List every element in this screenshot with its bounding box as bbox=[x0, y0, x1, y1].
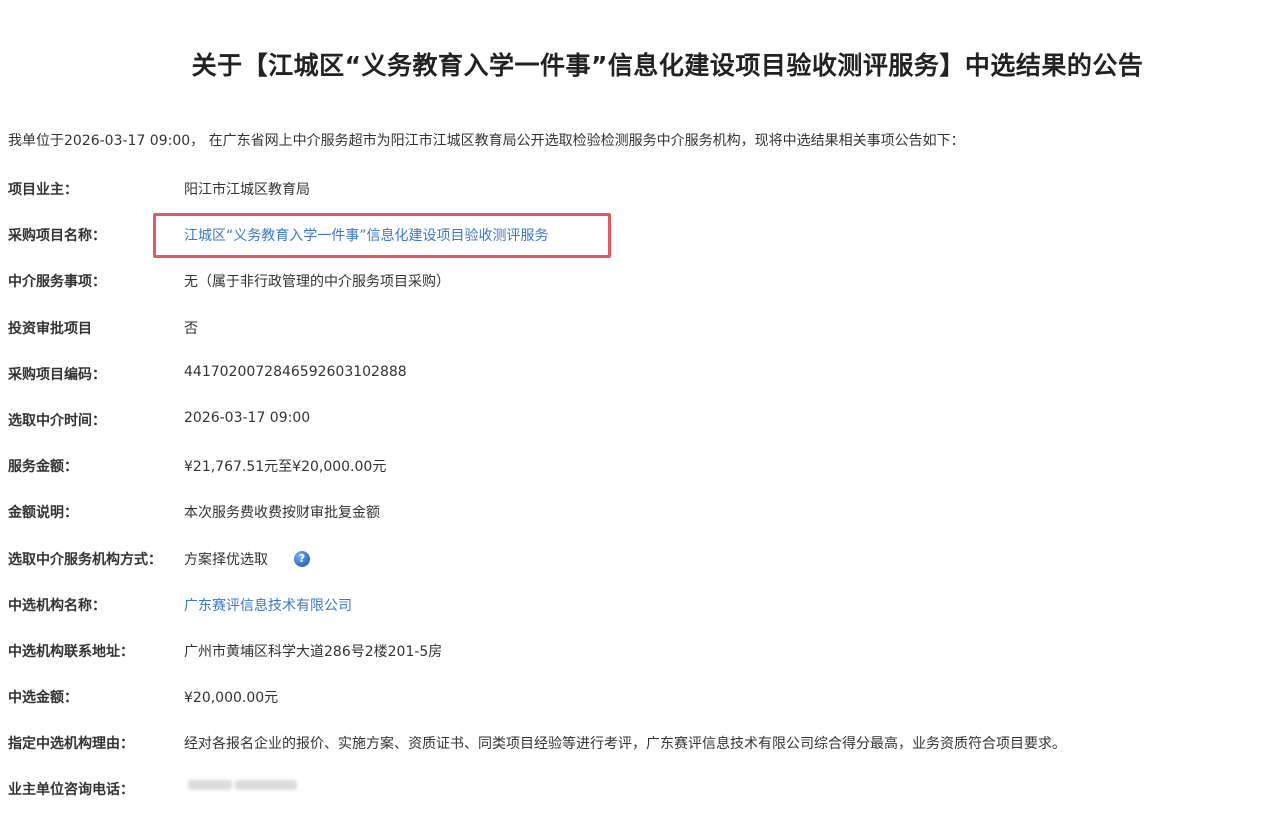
selection-method-cell: 方案择优选取? bbox=[184, 549, 310, 569]
owner-phone-value bbox=[184, 779, 300, 795]
row-investment-approval: 投资审批项目 否 bbox=[0, 305, 1287, 351]
service-item-value: 无（属于非行政管理的中介服务项目采购） bbox=[184, 274, 450, 291]
amount-note-label: 金额说明： bbox=[8, 505, 78, 522]
row-selection-time: 选取中介时间： 2026-03-17 09:00 bbox=[0, 397, 1287, 443]
row-agency-address: 中选机构联系地址： 广州市黄埔区科学大道286号2楼201-5房 bbox=[0, 628, 1287, 674]
row-procurement-code: 采购项目编码： 4417020072846592603102888 bbox=[0, 351, 1287, 397]
row-service-amount: 服务金额： ¥21,767.51元至¥20,000.00元 bbox=[0, 443, 1287, 489]
procurement-name-link[interactable]: 江城区“义务教育入学一件事”信息化建设项目验收测评服务 bbox=[184, 225, 549, 245]
agency-address-label: 中选机构联系地址： bbox=[8, 643, 134, 660]
procurement-code-label: 采购项目编码： bbox=[8, 366, 106, 383]
procurement-name-label: 采购项目名称： bbox=[8, 228, 106, 245]
selected-amount-value: ¥20,000.00元 bbox=[184, 690, 279, 707]
row-amount-note: 金额说明： 本次服务费收费按财审批复金额 bbox=[0, 489, 1287, 535]
row-procurement-name: 采购项目名称： 江城区“义务教育入学一件事”信息化建设项目验收测评服务 bbox=[0, 212, 1287, 258]
selection-method-value: 方案择优选取 bbox=[184, 551, 268, 568]
row-selected-amount: 中选金额： ¥20,000.00元 bbox=[0, 674, 1287, 720]
service-amount-value: ¥21,767.51元至¥20,000.00元 bbox=[184, 459, 387, 476]
row-selection-method: 选取中介服务机构方式： 方案择优选取? bbox=[0, 536, 1287, 582]
service-item-label: 中介服务事项： bbox=[8, 274, 106, 291]
investment-approval-label: 投资审批项目 bbox=[8, 320, 92, 337]
project-owner-value: 阳江市江城区教育局 bbox=[184, 182, 310, 198]
amount-note-value: 本次服务费收费按财审批复金额 bbox=[184, 505, 380, 522]
page-title: 关于【江城区“义务教育入学一件事”信息化建设项目验收测评服务】中选结果的公告 bbox=[191, 51, 1144, 80]
owner-phone-label: 业主单位咨询电话： bbox=[8, 782, 134, 799]
project-owner-label: 项目业主： bbox=[8, 182, 78, 198]
agency-address-value: 广州市黄埔区科学大道286号2楼201-5房 bbox=[184, 643, 443, 660]
selection-time-label: 选取中介时间： bbox=[8, 412, 106, 429]
selected-agency-link[interactable]: 广东赛评信息技术有限公司 bbox=[184, 595, 352, 615]
row-owner-phone: 业主单位咨询电话： bbox=[0, 766, 1287, 812]
selection-method-label: 选取中介服务机构方式： bbox=[8, 551, 162, 568]
row-service-item: 中介服务事项： 无（属于非行政管理的中介服务项目采购） bbox=[0, 258, 1287, 304]
redacted-phone bbox=[188, 778, 300, 794]
investment-approval-value: 否 bbox=[184, 320, 198, 337]
intro-paragraph: 我单位于2026-03-17 09:00， 在广东省网上中介服务超市为阳江市江城… bbox=[8, 133, 965, 149]
selected-amount-label: 中选金额： bbox=[8, 690, 78, 707]
row-selected-agency: 中选机构名称： 广东赛评信息技术有限公司 bbox=[0, 582, 1287, 628]
service-amount-label: 服务金额： bbox=[8, 459, 78, 476]
row-selection-reason: 指定中选机构理由： 经对各报名企业的报价、实施方案、资质证书、同类项目经验等进行… bbox=[0, 720, 1287, 766]
row-project-owner: 项目业主： 阳江市江城区教育局 bbox=[0, 166, 1287, 212]
selection-reason-value: 经对各报名企业的报价、实施方案、资质证书、同类项目经验等进行考评，广东赛评信息技… bbox=[184, 736, 1066, 753]
selected-agency-label: 中选机构名称： bbox=[8, 597, 106, 614]
procurement-code-value: 4417020072846592603102888 bbox=[184, 363, 407, 380]
help-icon[interactable]: ? bbox=[294, 550, 310, 567]
selection-time-value: 2026-03-17 09:00 bbox=[184, 409, 311, 426]
info-table: 项目业主： 阳江市江城区教育局 采购项目名称： 江城区“义务教育入学一件事”信息… bbox=[0, 166, 1287, 813]
selection-reason-label: 指定中选机构理由： bbox=[8, 736, 134, 753]
